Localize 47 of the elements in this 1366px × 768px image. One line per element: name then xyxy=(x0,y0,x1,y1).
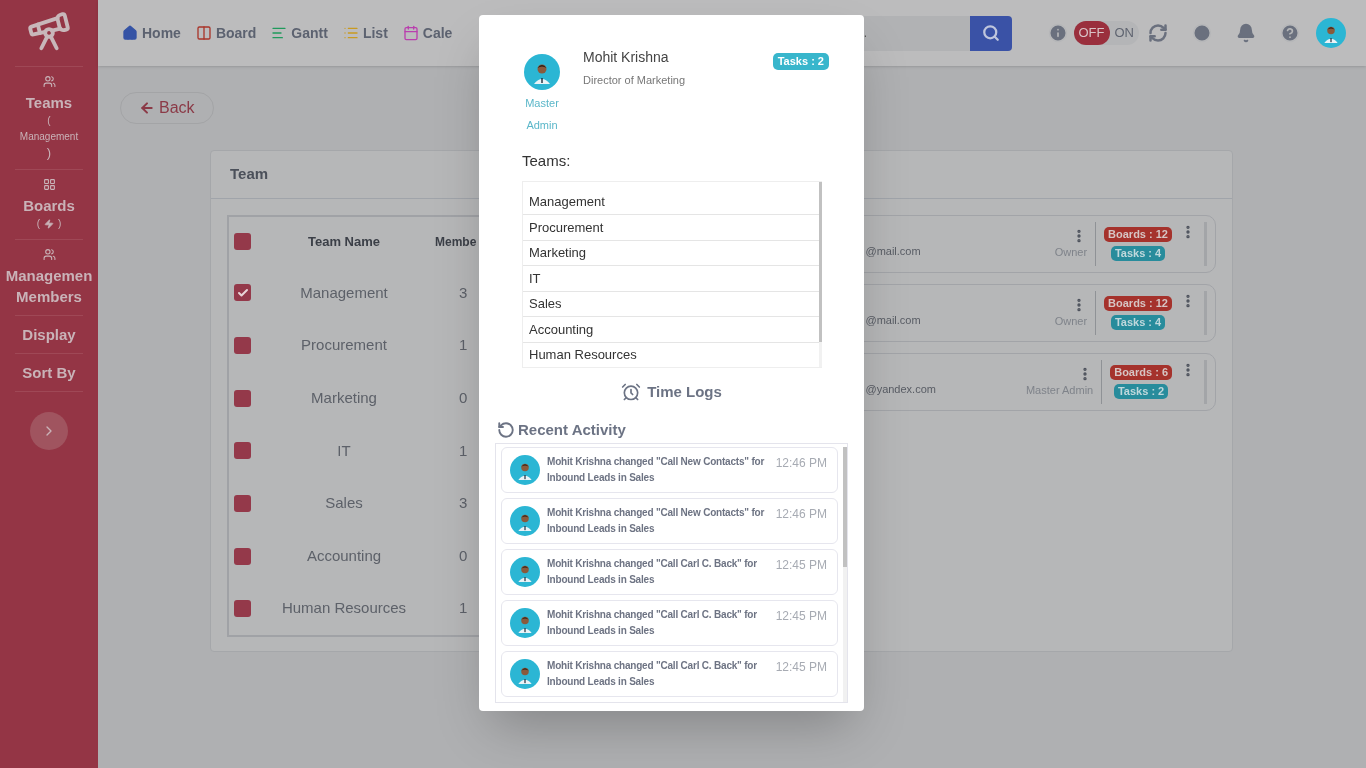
activity-time: 12:45 PM xyxy=(775,608,827,625)
boards-badge: Boards : 12 xyxy=(1104,296,1172,311)
table-cell-text: 1 xyxy=(459,440,468,461)
table-cell-text: Accounting xyxy=(305,545,383,566)
table-cell-text: 1 xyxy=(459,598,468,619)
activity-time: 12:45 PM xyxy=(775,557,827,574)
boards-badge: Boards : 6 xyxy=(1110,365,1172,380)
table-cell-text: Marketing xyxy=(310,387,378,408)
table-cell-text: Human Resources xyxy=(280,598,408,619)
member-email: @mail.com xyxy=(865,243,921,259)
section-heading: Recent Activity xyxy=(518,419,626,440)
activity-text: Mohit Krishna changed "Call New Contacts" for Inbound Leads in Sales xyxy=(547,455,766,485)
table-cell-text: Management xyxy=(299,282,389,303)
table-cell-text: 0 xyxy=(459,387,468,408)
team-name: Management xyxy=(19,130,79,144)
table-cell-text: Procurement xyxy=(300,335,388,356)
tasks-badge: Tasks : 2 xyxy=(1113,384,1169,399)
member-email: @mail.com xyxy=(865,312,921,328)
member-email: @yandex.com xyxy=(865,381,936,397)
activity-text: Mohit Krishna changed "Call Carl C. Back" for Inbound Leads in Sales xyxy=(547,659,758,689)
section-label: Teams: xyxy=(522,151,572,171)
activity-text: Mohit Krishna changed "Call Carl C. Back" for Inbound Leads in Sales xyxy=(547,557,758,587)
card-title: Team xyxy=(230,164,269,185)
boards-badge: Boards : 12 xyxy=(1104,227,1172,242)
activity-time: 12:46 PM xyxy=(775,506,827,523)
activity-time: 12:46 PM xyxy=(775,455,827,472)
tasks-badge: Tasks : 4 xyxy=(1110,246,1166,261)
table-cell-text: IT xyxy=(336,440,352,461)
table-cell-text: Sales xyxy=(324,493,364,514)
activity-text: Mohit Krishna changed "Call New Contacts" for Inbound Leads in Sales xyxy=(547,506,766,536)
paren: ( xyxy=(36,217,40,231)
paren: ) xyxy=(58,217,62,231)
profile-name: Mohit Krishna xyxy=(583,48,670,67)
paren: ) xyxy=(46,145,52,161)
column-header: Team Name xyxy=(307,233,381,252)
activity-text: Mohit Krishna changed "Call Carl C. Back" for Inbound Leads in Sales xyxy=(547,608,758,638)
profile-title: Director of Marketing xyxy=(583,73,686,88)
tasks-badge: Tasks : 2 xyxy=(772,53,829,70)
tasks-badge: Tasks : 4 xyxy=(1110,315,1166,330)
table-cell-text: 3 xyxy=(459,282,468,303)
table-cell-text: 3 xyxy=(459,493,468,514)
table-cell-text: 1 xyxy=(459,335,468,356)
column-header: Membe xyxy=(435,233,477,251)
activity-time: 12:45 PM xyxy=(775,659,827,676)
table-cell-text: 0 xyxy=(459,545,468,566)
role-label: Master Admin xyxy=(524,96,560,133)
paren: ( xyxy=(47,114,51,128)
